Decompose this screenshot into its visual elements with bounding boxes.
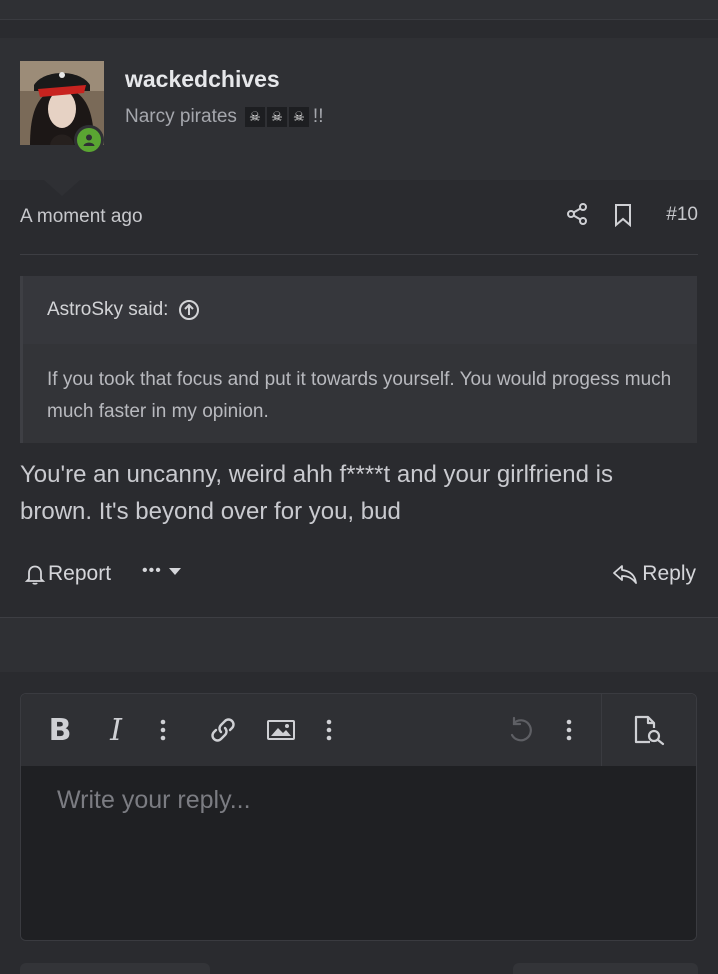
- toolbar-separator: [601, 694, 602, 766]
- quote-author[interactable]: AstroSky said:: [47, 299, 200, 321]
- more-vertical-icon[interactable]: [559, 712, 579, 748]
- bottom-right-button[interactable]: [513, 963, 698, 974]
- username[interactable]: wackedchives: [125, 66, 280, 93]
- link-icon[interactable]: [205, 712, 241, 748]
- more-dots: •••: [142, 562, 162, 579]
- jump-to-quote-icon[interactable]: [178, 299, 200, 321]
- bookmark-icon[interactable]: [612, 203, 634, 228]
- editor-toolbar: B I: [21, 694, 696, 766]
- preview-icon[interactable]: [629, 712, 669, 748]
- reply-input-area: [21, 766, 696, 940]
- report-label: Report: [48, 562, 112, 585]
- more-vertical-icon[interactable]: [153, 712, 173, 748]
- italic-button[interactable]: I: [101, 712, 131, 748]
- post-number-link[interactable]: #10: [666, 204, 698, 226]
- top-bar: [0, 0, 718, 20]
- post-meta: A moment ago #10: [20, 198, 698, 234]
- skull-icon: ☠: [266, 107, 287, 127]
- post-actions: Report ••• Reply: [20, 558, 698, 594]
- bell-icon: [24, 565, 46, 585]
- more-vertical-icon[interactable]: [319, 712, 339, 748]
- bold-button[interactable]: B: [45, 712, 75, 748]
- quote-author-label: AstroSky said:: [47, 299, 169, 320]
- user-icon: [77, 128, 101, 152]
- post: wackedchives Narcy pirates ☠ ☠ ☠ !! A mo…: [0, 38, 718, 618]
- reply-icon: [613, 565, 638, 584]
- more-options-button[interactable]: •••: [142, 562, 182, 580]
- reply-button[interactable]: Reply: [612, 562, 696, 586]
- online-status-indicator: [74, 125, 104, 155]
- user-header: wackedchives Narcy pirates ☠ ☠ ☠ !!: [0, 38, 718, 180]
- skull-emojis: ☠ ☠ ☠: [244, 107, 309, 127]
- share-icon[interactable]: [565, 202, 589, 226]
- quote-header: AstroSky said:: [23, 276, 697, 344]
- image-icon[interactable]: [263, 712, 299, 748]
- reply-input[interactable]: [21, 766, 696, 940]
- bottom-left-button[interactable]: [20, 963, 210, 974]
- skull-icon: ☠: [288, 107, 309, 127]
- caret-down-icon: [168, 568, 181, 575]
- user-title-text: Narcy pirates: [125, 106, 237, 127]
- skull-icon: ☠: [244, 107, 265, 127]
- quote-body: If you took that focus and put it toward…: [47, 369, 672, 422]
- divider: [20, 254, 698, 255]
- user-title: Narcy pirates ☠ ☠ ☠ !!: [125, 106, 323, 128]
- reply-label: Reply: [642, 562, 696, 585]
- header-arrow: [44, 180, 80, 196]
- post-message: You're an uncanny, weird ahh f****t and …: [20, 461, 613, 525]
- section-separator: [0, 617, 718, 672]
- reply-editor: B I: [20, 693, 697, 941]
- undo-icon[interactable]: [503, 712, 537, 748]
- user-title-suffix: !!: [312, 106, 324, 127]
- quote-block: AstroSky said: If you took that focus an…: [20, 276, 697, 443]
- report-button[interactable]: Report: [24, 562, 111, 586]
- post-timestamp[interactable]: A moment ago: [20, 206, 143, 228]
